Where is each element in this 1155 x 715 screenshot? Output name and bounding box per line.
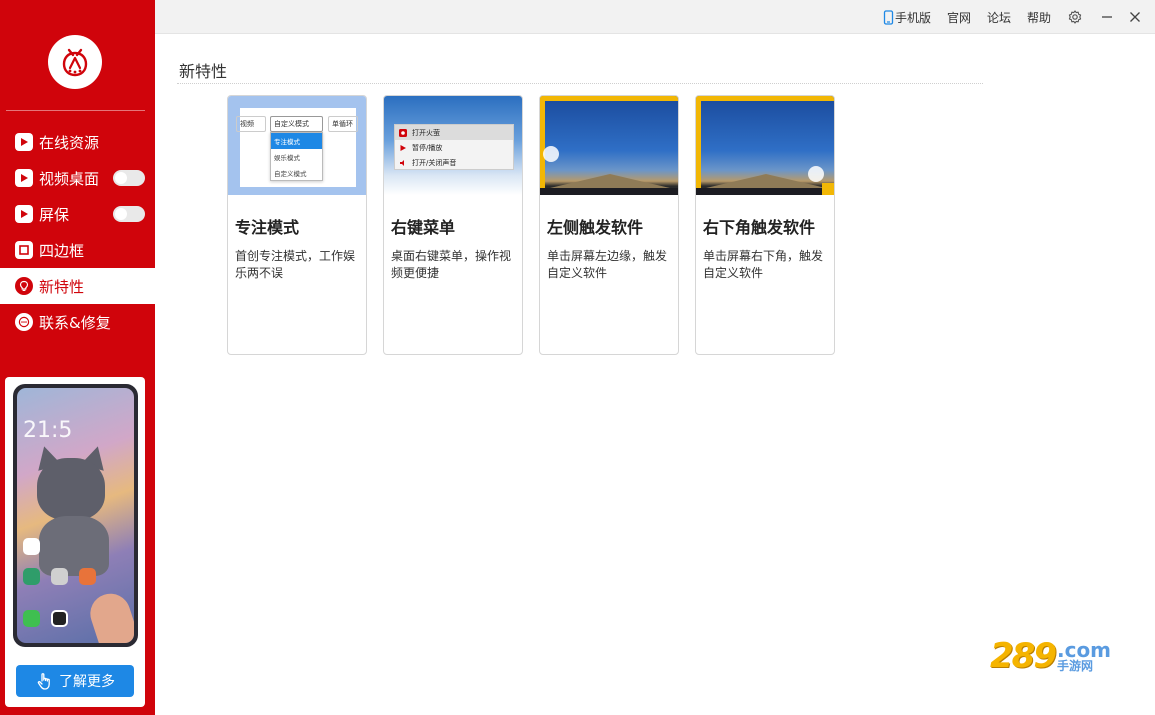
title-bar: 手机版 官网 论坛 帮助 (155, 0, 1155, 34)
card-title: 右键菜单 (391, 218, 456, 237)
sidebar-item-new-features[interactable]: 新特性 (0, 268, 155, 304)
forum-link[interactable]: 论坛 (987, 9, 1011, 26)
feature-card-left-edge-trigger[interactable]: 左侧触发软件 单击屏幕左边缘，触发自定义软件 (539, 95, 679, 355)
cat-illustration (37, 458, 105, 520)
sidebar-item-screensaver[interactable]: 屏保 (0, 196, 155, 232)
focus-mode-preview: 视频 自定义模式 单循环 专注模式 娱乐模式 自定义模式 (228, 96, 366, 195)
mode-dropdown: 专注模式 娱乐模式 自定义模式 (270, 132, 323, 181)
left-edge-highlight (540, 96, 545, 188)
promo-phone-image: 21:5 (13, 384, 138, 647)
page-title: 新特性 (179, 62, 228, 81)
square-frame-icon (15, 241, 33, 259)
card-desc: 单击屏幕左边缘，触发自定义软件 (547, 249, 668, 280)
title-divider (177, 83, 983, 84)
sidebar-item-label: 在线资源 (39, 133, 100, 152)
firefly-logo-icon (62, 48, 88, 77)
sidebar-item-label: 视频桌面 (39, 169, 100, 188)
sidebar-item-four-border[interactable]: 四边框 (0, 232, 155, 268)
bottom-right-preview (696, 96, 834, 195)
phone-screen: 21:5 (17, 388, 134, 643)
card-desc: 桌面右键菜单，操作视频更便捷 (391, 249, 512, 280)
phone-clock: 21:5 (23, 418, 73, 443)
app-logo (48, 35, 102, 89)
top-links: 手机版 官网 论坛 帮助 (883, 0, 1155, 34)
feature-cards: 视频 自定义模式 单循环 专注模式 娱乐模式 自定义模式 专注模式 首创专注模式… (227, 95, 851, 355)
firefly-app-icon (399, 128, 407, 137)
hand-pointer-icon (37, 673, 50, 690)
feature-card-bottom-right-trigger[interactable]: 右下角触发软件 单击屏幕右下角，触发自定义软件 (695, 95, 835, 355)
left-edge-preview (540, 96, 678, 195)
mobile-version-link[interactable]: 手机版 (883, 9, 931, 26)
phone-icon (883, 9, 894, 25)
minimize-button[interactable] (1099, 9, 1115, 25)
promo-panel: 21:5 了解更多 (5, 377, 145, 707)
hand-illustration (85, 588, 134, 643)
settings-button[interactable] (1067, 9, 1083, 25)
sidebar-nav: 在线资源 视频桌面 屏保 四边框 新特性 联系&修复 (0, 124, 155, 340)
feature-card-focus-mode[interactable]: 视频 自定义模式 单循环 专注模式 娱乐模式 自定义模式 专注模式 首创专注模式… (227, 95, 367, 355)
site-watermark: 289 .com 手游网 (990, 636, 1112, 676)
sidebar-item-video-desktop[interactable]: 视频桌面 (0, 160, 155, 196)
bulb-icon (15, 277, 33, 295)
card-desc: 首创专注模式，工作娱乐两不误 (235, 249, 356, 280)
tap-indicator (808, 166, 824, 182)
play-square-icon (15, 205, 33, 223)
gear-icon (1068, 10, 1082, 24)
context-menu-sample: 打开火萤 暂停/播放 打开/关闭声音 (394, 124, 514, 170)
sidebar-item-label: 新特性 (39, 277, 85, 296)
screensaver-toggle[interactable] (113, 206, 145, 222)
learn-more-button[interactable]: 了解更多 (16, 665, 134, 697)
close-button[interactable] (1127, 9, 1143, 25)
video-desktop-toggle[interactable] (113, 170, 145, 186)
help-link[interactable]: 帮助 (1027, 9, 1051, 26)
minimize-icon (1102, 16, 1112, 18)
sidebar-item-label: 联系&修复 (39, 313, 111, 332)
feature-card-context-menu[interactable]: 打开火萤 暂停/播放 打开/关闭声音 右键菜单 桌面右键菜单，操作视频更便捷 (383, 95, 523, 355)
sidebar-item-contact-repair[interactable]: 联系&修复 (0, 304, 155, 340)
close-icon (1130, 12, 1140, 22)
speaker-icon (400, 159, 404, 166)
learn-more-label: 了解更多 (59, 674, 115, 690)
play-square-icon (15, 169, 33, 187)
sidebar-item-label: 四边框 (39, 241, 85, 260)
card-desc: 单击屏幕右下角，触发自定义软件 (703, 249, 824, 280)
sidebar-divider (6, 110, 145, 111)
card-title: 右下角触发软件 (703, 218, 816, 237)
card-title: 左侧触发软件 (547, 218, 644, 237)
official-site-link[interactable]: 官网 (947, 9, 971, 26)
chat-dots-icon (15, 313, 33, 331)
sidebar: 在线资源 视频桌面 屏保 四边框 新特性 联系&修复 21:5 了解更多 (0, 0, 155, 715)
play-icon (400, 144, 406, 151)
tap-indicator (543, 146, 559, 162)
play-square-icon (15, 133, 33, 151)
sidebar-item-label: 屏保 (39, 205, 70, 224)
card-title: 专注模式 (235, 218, 300, 237)
context-menu-preview: 打开火萤 暂停/播放 打开/关闭声音 (384, 96, 522, 195)
sidebar-item-online-resources[interactable]: 在线资源 (0, 124, 155, 160)
bottom-right-highlight (822, 183, 834, 195)
